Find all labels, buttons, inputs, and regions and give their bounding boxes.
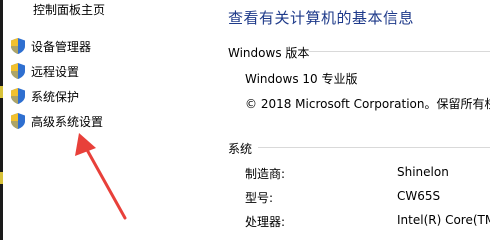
system-row-value: Shinelon (397, 165, 449, 179)
annotation-arrow-icon (75, 133, 127, 220)
copyright-text: © 2018 Microsoft Corporation。保留所有权 (245, 97, 490, 111)
page-title: 查看有关计算机的基本信息 (228, 9, 415, 27)
main-pane: 查看有关计算机的基本信息 Windows 版本 Windows 10 专业版 ©… (212, 0, 490, 240)
system-row-label: 处理器: (245, 215, 286, 229)
system-row-label: 制造商: (245, 167, 286, 181)
section-divider (258, 147, 490, 148)
system-row-value: CW65S (397, 189, 441, 203)
windows-edition-value: Windows 10 专业版 (245, 72, 358, 86)
system-row-label: 型号: (245, 191, 274, 205)
windows-edition-heading: Windows 版本 (228, 46, 310, 60)
left-nav-pane: 控制面板主页 设备管理器 远程设置 系统保护 高级系统设置 (3, 0, 212, 240)
system-heading: 系统 (228, 142, 253, 156)
section-divider (309, 51, 490, 52)
system-row-value: Intel(R) Core(TM (397, 213, 490, 227)
